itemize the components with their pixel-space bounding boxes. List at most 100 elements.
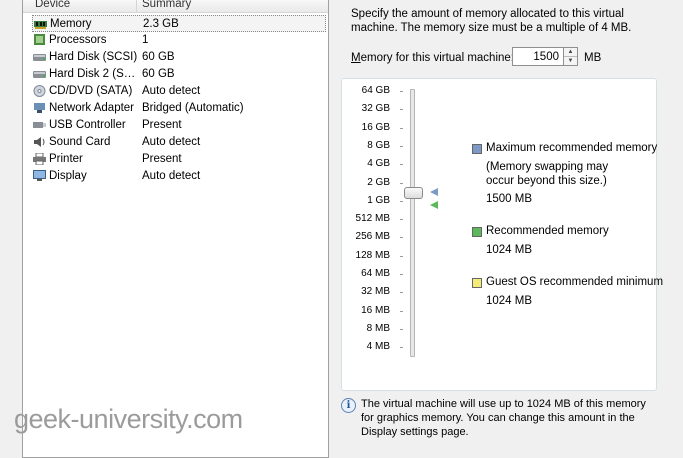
- max-recommended-title: Maximum recommended memory: [486, 142, 658, 154]
- max-recommended-marker-icon: [430, 188, 438, 196]
- recommended-marker-icon: [430, 201, 438, 209]
- column-header-summary[interactable]: Summary: [142, 0, 191, 10]
- printer-icon: [33, 152, 46, 166]
- device-row-hard-disk-scsi[interactable]: Hard Disk (SCSI) 60 GB: [32, 49, 326, 66]
- slider-tick-label: 64 MB: [361, 268, 390, 279]
- slider-tick-label: 32 MB: [361, 286, 390, 298]
- slider-tick-mark: [400, 127, 403, 129]
- device-row-memory[interactable]: Memory 2.3 GB: [32, 15, 326, 32]
- device-summary: Present: [142, 119, 182, 131]
- device-name: Display: [49, 170, 87, 182]
- hard-disk-icon: [33, 68, 46, 80]
- cd-dvd-icon: [33, 85, 46, 97]
- recommended-swatch: [472, 227, 482, 237]
- spin-up-arrow-icon[interactable]: ▲: [564, 48, 577, 56]
- column-header-device[interactable]: Device: [35, 0, 70, 10]
- device-summary: 60 GB: [142, 51, 175, 63]
- slider-tick-label: 2 GB: [367, 176, 390, 188]
- memory-settings-panel: Specify the amount of memory allocated t…: [341, 0, 663, 450]
- slider-tick-label: 128 MB: [355, 249, 390, 261]
- hard-disk-icon: [33, 51, 46, 63]
- device-name: Printer: [49, 153, 83, 165]
- recommended-value: 1024 MB: [486, 244, 533, 256]
- device-summary: 1: [142, 34, 149, 46]
- slider-tick-mark: [400, 328, 403, 330]
- memory-description: Specify the amount of memory allocated t…: [351, 8, 632, 34]
- device-summary: 2.3 GB: [143, 18, 179, 30]
- slider-tick-mark: [400, 219, 403, 221]
- slider-tick-label: 8 MB: [366, 322, 390, 334]
- max-recommended-note: (Memory swapping may occur beyond this s…: [486, 161, 609, 187]
- slider-tick-mark: [400, 109, 403, 111]
- memory-field-label-text: emory for this virtual machine:: [360, 52, 514, 64]
- device-summary: Bridged (Automatic): [142, 102, 244, 114]
- device-row-usb-controller[interactable]: USB Controller Present: [32, 117, 326, 134]
- accelerator-key: M: [351, 52, 361, 64]
- slider-tick-label: 4 GB: [367, 158, 390, 170]
- spin-down-arrow-icon[interactable]: ▼: [564, 56, 577, 65]
- memory-icon: [34, 18, 47, 30]
- slider-tick-mark: [400, 200, 403, 202]
- slider-tick-label: 512 MB: [355, 213, 390, 225]
- memory-unit: MB: [584, 52, 602, 64]
- slider-tick-mark: [400, 274, 403, 275]
- slider-tick-label: 8 GB: [367, 139, 390, 151]
- guest-min-title: Guest OS recommended minimum: [486, 276, 664, 288]
- device-row-display[interactable]: Display Auto detect: [32, 168, 326, 185]
- device-row-network-adapter[interactable]: Network Adapter Bridged (Automatic): [32, 100, 326, 117]
- guest-min-value: 1024 MB: [486, 295, 533, 307]
- device-name: Memory: [50, 18, 92, 30]
- slider-tick-label: 4 MB: [366, 341, 390, 353]
- slider-tick-mark: [400, 347, 403, 349]
- device-list: Device Summary Memory 2.3 GB Processors 1 Ha…: [22, 0, 329, 458]
- slider-tick-label: 256 MB: [355, 231, 390, 243]
- device-summary: Auto detect: [142, 136, 201, 148]
- device-name: Processors: [49, 34, 107, 46]
- memory-slider-thumb[interactable]: [404, 187, 423, 199]
- memory-spinner[interactable]: ▲ ▼: [563, 47, 578, 66]
- device-summary: Present: [142, 153, 182, 165]
- slider-tick-label: 16 MB: [361, 304, 390, 316]
- device-name: USB Controller: [49, 119, 126, 131]
- slider-tick-mark: [400, 164, 403, 166]
- slider-tick-label: 1 GB: [367, 194, 390, 206]
- sound-card-icon: [33, 136, 46, 148]
- memory-field-label: Memory for this virtual machine:: [351, 52, 514, 64]
- slider-tick-label: 64 GB: [361, 85, 390, 96]
- device-row-printer[interactable]: Printer Present: [32, 151, 326, 168]
- slider-tick-mark: [400, 91, 403, 92]
- device-row-sound-card[interactable]: Sound Card Auto detect: [32, 134, 326, 151]
- watermark: geek-university.com: [14, 404, 243, 434]
- display-icon: [33, 170, 46, 182]
- max-recommended-value: 1500 MB: [486, 193, 533, 205]
- device-name: CD/DVD (SATA): [49, 85, 133, 97]
- memory-slider-group: 64 GB 32 GB 16 GB 8 GB 4 GB 2 GB 1 GB 512 MB 256…: [341, 78, 663, 391]
- device-row-processors[interactable]: Processors 1: [32, 32, 326, 49]
- network-adapter-icon: [33, 102, 46, 114]
- recommended-title: Recommended memory: [486, 225, 609, 237]
- graphics-memory-info: i The virtual machine will use up to 102…: [341, 395, 661, 450]
- memory-slider-track[interactable]: [410, 89, 415, 357]
- slider-tick-mark: [400, 237, 403, 239]
- slider-tick-label: 32 GB: [361, 103, 390, 115]
- slider-tick-label: 16 GB: [361, 121, 390, 133]
- max-recommended-swatch: [472, 144, 482, 154]
- device-name: Network Adapter: [49, 102, 135, 114]
- processor-icon: [33, 34, 46, 46]
- slider-tick-mark: [400, 292, 403, 294]
- memory-size-input[interactable]: [512, 47, 564, 66]
- device-summary: 60 GB: [142, 68, 175, 80]
- device-row-hard-disk-2-s[interactable]: Hard Disk 2 (S… 60 GB: [32, 66, 326, 83]
- device-name: Hard Disk 2 (S…: [49, 68, 136, 80]
- slider-tick-mark: [400, 255, 403, 257]
- slider-tick-mark: [400, 310, 403, 312]
- device-summary: Auto detect: [142, 170, 201, 182]
- device-name: Sound Card: [49, 136, 111, 148]
- device-row-cd-dvd-sata[interactable]: CD/DVD (SATA) Auto detect: [32, 83, 326, 100]
- slider-tick-mark: [400, 145, 403, 147]
- device-summary: Auto detect: [142, 85, 201, 97]
- guest-min-swatch: [472, 278, 482, 288]
- info-icon: i: [341, 398, 356, 413]
- device-name: Hard Disk (SCSI): [49, 51, 138, 63]
- device-list-header: Device Summary: [23, 0, 328, 13]
